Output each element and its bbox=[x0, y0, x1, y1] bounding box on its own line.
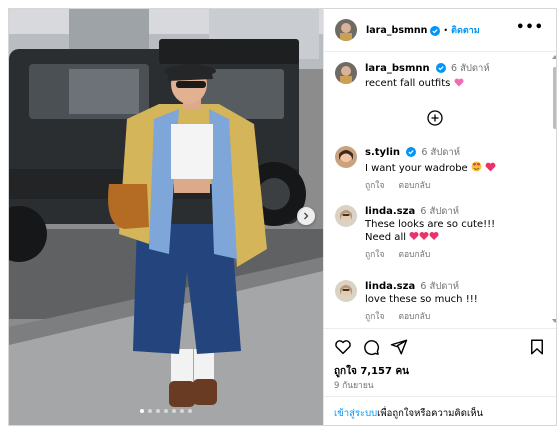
bookmark-icon[interactable] bbox=[528, 338, 546, 356]
reply-comment-link[interactable]: ตอบกลับ bbox=[398, 181, 430, 191]
carousel-dot[interactable] bbox=[188, 409, 192, 413]
scroll-down-arrow[interactable] bbox=[552, 319, 556, 323]
outfit-photo bbox=[9, 9, 323, 425]
post-photo[interactable] bbox=[9, 9, 323, 425]
verified-badge-icon bbox=[430, 21, 441, 40]
verified-badge-icon bbox=[406, 147, 417, 161]
pink-heart-emoji-icon bbox=[454, 78, 464, 89]
more-options-button[interactable]: ••• bbox=[516, 20, 544, 35]
comments-scrollbar[interactable] bbox=[552, 55, 556, 323]
like-comment-link[interactable]: ถูกใจ bbox=[365, 312, 384, 322]
carousel-dot[interactable] bbox=[140, 409, 144, 413]
avatar[interactable] bbox=[335, 205, 357, 227]
comment-username[interactable]: s.tylin bbox=[365, 147, 400, 158]
comment-time[interactable]: 6 สัปดาห์ bbox=[420, 281, 459, 292]
carousel-dot[interactable] bbox=[148, 409, 152, 413]
login-prompt-text: เพื่อถูกใจหรือความคิดเห็น bbox=[377, 408, 483, 419]
comment-time[interactable]: 6 สัปดาห์ bbox=[420, 206, 459, 217]
avatar[interactable] bbox=[335, 280, 357, 302]
likes-count[interactable]: ถูกใจ 7,157 คน bbox=[334, 364, 409, 379]
carousel-dot[interactable] bbox=[164, 409, 168, 413]
like-comment-link[interactable]: ถูกใจ bbox=[365, 181, 384, 191]
separator-dot: • bbox=[443, 25, 449, 35]
next-photo-button[interactable] bbox=[297, 207, 315, 225]
author-username[interactable]: lara_bsmnn bbox=[366, 25, 427, 36]
comment: linda.sza 6 สัปดาห์ love these so much !… bbox=[335, 280, 478, 322]
comment-text: Need all bbox=[365, 232, 406, 243]
comments-list[interactable]: lara_bsmnn 6 สัปดาห์ recent fall outfits… bbox=[324, 52, 550, 322]
carousel-dots bbox=[9, 409, 323, 413]
heart-icon[interactable] bbox=[334, 338, 352, 356]
share-icon[interactable] bbox=[390, 338, 408, 356]
sparkling-heart-emoji-icon bbox=[409, 232, 439, 243]
like-comment-link[interactable]: ถูกใจ bbox=[365, 250, 384, 260]
avatar[interactable] bbox=[335, 146, 357, 168]
comment: s.tylin 6 สัปดาห์ I want your wadrobe ถู… bbox=[335, 146, 496, 193]
reply-comment-link[interactable]: ตอบกลับ bbox=[398, 250, 430, 260]
comment-text: I want your wadrobe bbox=[365, 163, 468, 174]
caption-time[interactable]: 6 สัปดาห์ bbox=[451, 63, 490, 74]
avatar[interactable] bbox=[335, 19, 357, 41]
load-more-comments-icon[interactable] bbox=[427, 110, 443, 126]
comment-username[interactable]: linda.sza bbox=[365, 206, 415, 217]
carousel-dot[interactable] bbox=[156, 409, 160, 413]
divider bbox=[324, 396, 556, 397]
comment-username[interactable]: linda.sza bbox=[365, 281, 415, 292]
chevron-right-icon bbox=[304, 212, 309, 220]
follow-button[interactable]: ติดตาม bbox=[451, 23, 480, 37]
comment-icon[interactable] bbox=[362, 338, 380, 356]
comment: linda.sza 6 สัปดาห์ These looks are so c… bbox=[335, 205, 495, 262]
scroll-up-arrow[interactable] bbox=[552, 55, 556, 59]
post-sidebar: lara_bsmnn • ติดตาม ••• lara_bsmnn 6 สัป… bbox=[323, 9, 556, 425]
red-heart-emoji-icon bbox=[485, 162, 496, 174]
avatar[interactable] bbox=[335, 62, 357, 84]
caption-text: recent fall outfits bbox=[365, 78, 451, 89]
post-date[interactable]: 9 กันยายน bbox=[334, 378, 374, 392]
comment-time[interactable]: 6 สัปดาห์ bbox=[421, 147, 460, 158]
verified-badge-icon bbox=[435, 63, 446, 77]
reply-comment-link[interactable]: ตอบกลับ bbox=[398, 312, 430, 322]
caption: lara_bsmnn 6 สัปดาห์ recent fall outfits bbox=[335, 62, 490, 90]
carousel-dot[interactable] bbox=[180, 409, 184, 413]
post-modal: lara_bsmnn • ติดตาม ••• lara_bsmnn 6 สัป… bbox=[8, 8, 557, 426]
caption-username[interactable]: lara_bsmnn bbox=[365, 63, 430, 74]
post-header: lara_bsmnn • ติดตาม ••• bbox=[324, 9, 556, 52]
post-actions bbox=[334, 338, 408, 356]
divider bbox=[324, 328, 556, 329]
carousel-dot[interactable] bbox=[172, 409, 176, 413]
login-prompt: เข้าสู่ระบบเพื่อถูกใจหรือความคิดเห็น bbox=[334, 406, 483, 421]
heart-eyes-emoji-icon bbox=[471, 161, 482, 174]
login-link[interactable]: เข้าสู่ระบบ bbox=[334, 408, 377, 419]
comment-text: love these so much !!! bbox=[365, 294, 478, 305]
scroll-thumb[interactable] bbox=[553, 67, 556, 129]
comment-text: These looks are so cute!!! bbox=[365, 219, 496, 230]
